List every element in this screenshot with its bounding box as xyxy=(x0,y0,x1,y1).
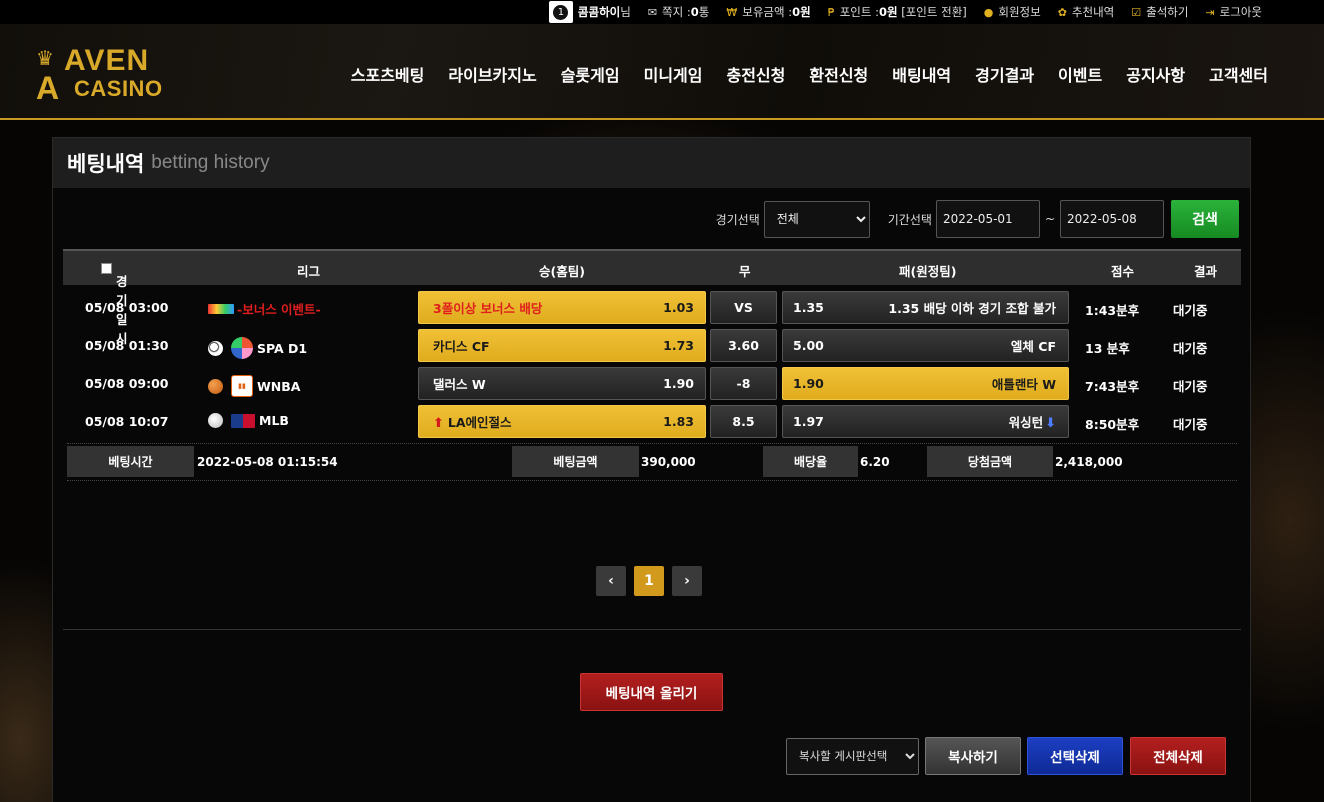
logout-link[interactable]: ⇥ 로그아웃 xyxy=(1205,4,1262,20)
arrow-down-icon: ⬇ xyxy=(1045,416,1056,431)
point-icon: ₱ xyxy=(827,5,835,19)
bet-amount-value: 390,000 xyxy=(641,455,696,469)
header-away: 패(원정팀) xyxy=(899,264,957,279)
odds-value: 6.20 xyxy=(860,455,890,469)
laliga-logo-icon xyxy=(231,337,253,359)
wnba-logo-icon: ▮▮ xyxy=(231,375,253,397)
header-score: 점수 xyxy=(1111,264,1135,279)
divider xyxy=(67,443,1237,444)
nav-support[interactable]: 고객센터 xyxy=(1209,62,1268,86)
level-badge-icon: 1 xyxy=(548,1,573,23)
table-row: 05/08 10:07 MLB ⬆ LA에인절스 1.83 8.5 1.97 워싱턴 ⬇… xyxy=(63,402,1241,438)
date-to-input[interactable] xyxy=(1060,200,1164,238)
table-header: 경기일시 리그 승(홈팀) 무 패(원정팀) 점수 결과 xyxy=(63,249,1241,346)
copy-button[interactable]: 복사하기 xyxy=(925,737,1021,775)
nav-notices[interactable]: 공지사항 xyxy=(1126,62,1185,86)
home-odds-button[interactable]: ⬆ LA에인절스 1.83 xyxy=(418,405,706,438)
delete-all-button[interactable]: 전체삭제 xyxy=(1130,737,1226,775)
nav-live-casino[interactable]: 라이브카지노 xyxy=(448,62,536,86)
header-draw: 무 xyxy=(739,264,751,279)
table-row: 05/08 09:00 ▮▮ WNBA 댈러스 W 1.90 -8 1.90 애틀랜… xyxy=(63,364,1241,400)
basketball-icon xyxy=(208,378,223,394)
nav-sports-betting[interactable]: 스포츠베팅 xyxy=(351,62,425,86)
attendance-link[interactable]: ☑ 출석하기 xyxy=(1131,4,1188,20)
calendar-check-icon: ☑ xyxy=(1131,5,1142,19)
away-odds-button[interactable]: 1.90 애틀랜타 W xyxy=(782,367,1069,400)
soccer-ball-icon xyxy=(208,340,223,356)
header-result: 결과 xyxy=(1194,264,1218,279)
win-amount-value: 2,418,000 xyxy=(1055,455,1123,469)
divider xyxy=(63,629,1241,630)
game-select[interactable]: 전체 xyxy=(763,200,870,238)
baseball-icon xyxy=(208,413,223,428)
nav-mini-game[interactable]: 미니게임 xyxy=(644,62,703,86)
bet-summary: 베팅시간 2022-05-08 01:15:54 베팅금액 390,000 배당… xyxy=(67,446,1237,479)
page-1-button[interactable]: 1 xyxy=(634,566,664,596)
bonus-flag-icon xyxy=(208,303,234,314)
home-odds-button[interactable]: 3폴이상 보너스 배당 1.03 xyxy=(418,291,706,324)
mlb-logo-icon xyxy=(231,413,255,428)
draw-odds-button[interactable]: 8.5 xyxy=(710,405,777,438)
home-odds-button[interactable]: 댈러스 W 1.90 xyxy=(418,367,706,400)
pagination: ‹ 1 › xyxy=(596,566,710,596)
nav-withdraw[interactable]: 환전신청 xyxy=(809,62,868,86)
away-odds-button[interactable]: 5.00 엘체 CF xyxy=(782,329,1069,362)
user-name: 1 콤콤하이 님 xyxy=(548,1,631,23)
away-odds-button[interactable]: 1.97 워싱턴 ⬇ xyxy=(782,405,1069,438)
messages-link[interactable]: ✉ 쪽지 : 0 통 xyxy=(648,4,710,20)
bet-time-value: 2022-05-08 01:15:54 xyxy=(197,455,338,469)
upload-history-button[interactable]: 베팅내역 올리기 xyxy=(580,673,723,711)
draw-odds-button[interactable]: -8 xyxy=(710,367,777,400)
board-select[interactable]: 복사할 게시판선택 xyxy=(786,737,919,775)
won-icon: ₩ xyxy=(726,5,738,19)
top-bar: 1 콤콤하이 님 ✉ 쪽지 : 0 통 ₩ 보유금액 : 0원 ₱ 포인트 : 0… xyxy=(0,0,1324,24)
divider xyxy=(67,480,1237,481)
envelope-icon: ✉ xyxy=(647,5,658,19)
delete-selected-button[interactable]: 선택삭제 xyxy=(1027,737,1123,775)
next-page-button[interactable]: › xyxy=(672,566,702,596)
crown-icon: ♛ xyxy=(36,46,54,70)
home-odds-button[interactable]: 카디스 CF 1.73 xyxy=(418,329,706,362)
member-info-link[interactable]: ● 회원정보 xyxy=(984,4,1041,20)
nav-deposit[interactable]: 충전신청 xyxy=(726,62,785,86)
referral-link[interactable]: ✿ 추천내역 xyxy=(1058,4,1115,20)
filter-bar: 경기선택 전체 기간선택 ~ 검색 xyxy=(716,200,1239,238)
user-icon: ● xyxy=(983,5,994,19)
draw-odds-button[interactable]: VS xyxy=(710,291,777,324)
referral-icon: ✿ xyxy=(1057,5,1067,19)
date-from-input[interactable] xyxy=(935,200,1040,238)
bottom-actions: 복사할 게시판선택 복사하기 선택삭제 전체삭제 xyxy=(786,737,1226,775)
page-title: 베팅내역 betting history xyxy=(53,138,1250,188)
header-time: 경기일시 xyxy=(101,261,128,346)
nav-betting-history[interactable]: 배팅내역 xyxy=(892,62,951,86)
select-all-checkbox[interactable] xyxy=(101,263,112,274)
header-home: 승(홈팀) xyxy=(539,264,585,279)
nav-slot-game[interactable]: 슬롯게임 xyxy=(561,62,620,86)
point-convert-link[interactable]: [포인트 전환] xyxy=(901,4,967,20)
betting-history-panel: 베팅내역 betting history 경기선택 전체 기간선택 ~ 검색 경… xyxy=(52,137,1251,802)
prev-page-button[interactable]: ‹ xyxy=(596,566,626,596)
main-nav: 스포츠베팅 라이브카지노 슬롯게임 미니게임 충전신청 환전신청 배팅내역 경기… xyxy=(327,62,1268,86)
balance-display: ₩ 보유금액 : 0원 xyxy=(726,5,811,19)
nav-game-results[interactable]: 경기결과 xyxy=(975,62,1034,86)
table-row: 05/08 03:00 -보너스 이벤트- 3폴이상 보너스 배당 1.03 VS… xyxy=(63,288,1241,324)
site-header: ♛ AVEN A CASINO 스포츠베팅 라이브카지노 슬롯게임 미니게임 충… xyxy=(0,24,1324,120)
header-league: 리그 xyxy=(297,264,321,279)
search-button[interactable]: 검색 xyxy=(1171,200,1239,238)
draw-odds-button[interactable]: 3.60 xyxy=(710,329,777,362)
logout-icon: ⇥ xyxy=(1205,5,1215,19)
point-display[interactable]: ₱ 포인트 : 0원 [포인트 전환] xyxy=(828,4,967,20)
table-row: 05/08 01:30 SPA D1 카디스 CF 1.73 3.60 5.00 엘… xyxy=(63,326,1241,362)
nav-events[interactable]: 이벤트 xyxy=(1058,62,1102,86)
arrow-up-icon: ⬆ xyxy=(433,416,444,431)
away-odds-button[interactable]: 1.35 1.35 배당 이하 경기 조합 불가 xyxy=(782,291,1069,324)
site-logo[interactable]: ♛ AVEN A CASINO xyxy=(36,44,176,106)
